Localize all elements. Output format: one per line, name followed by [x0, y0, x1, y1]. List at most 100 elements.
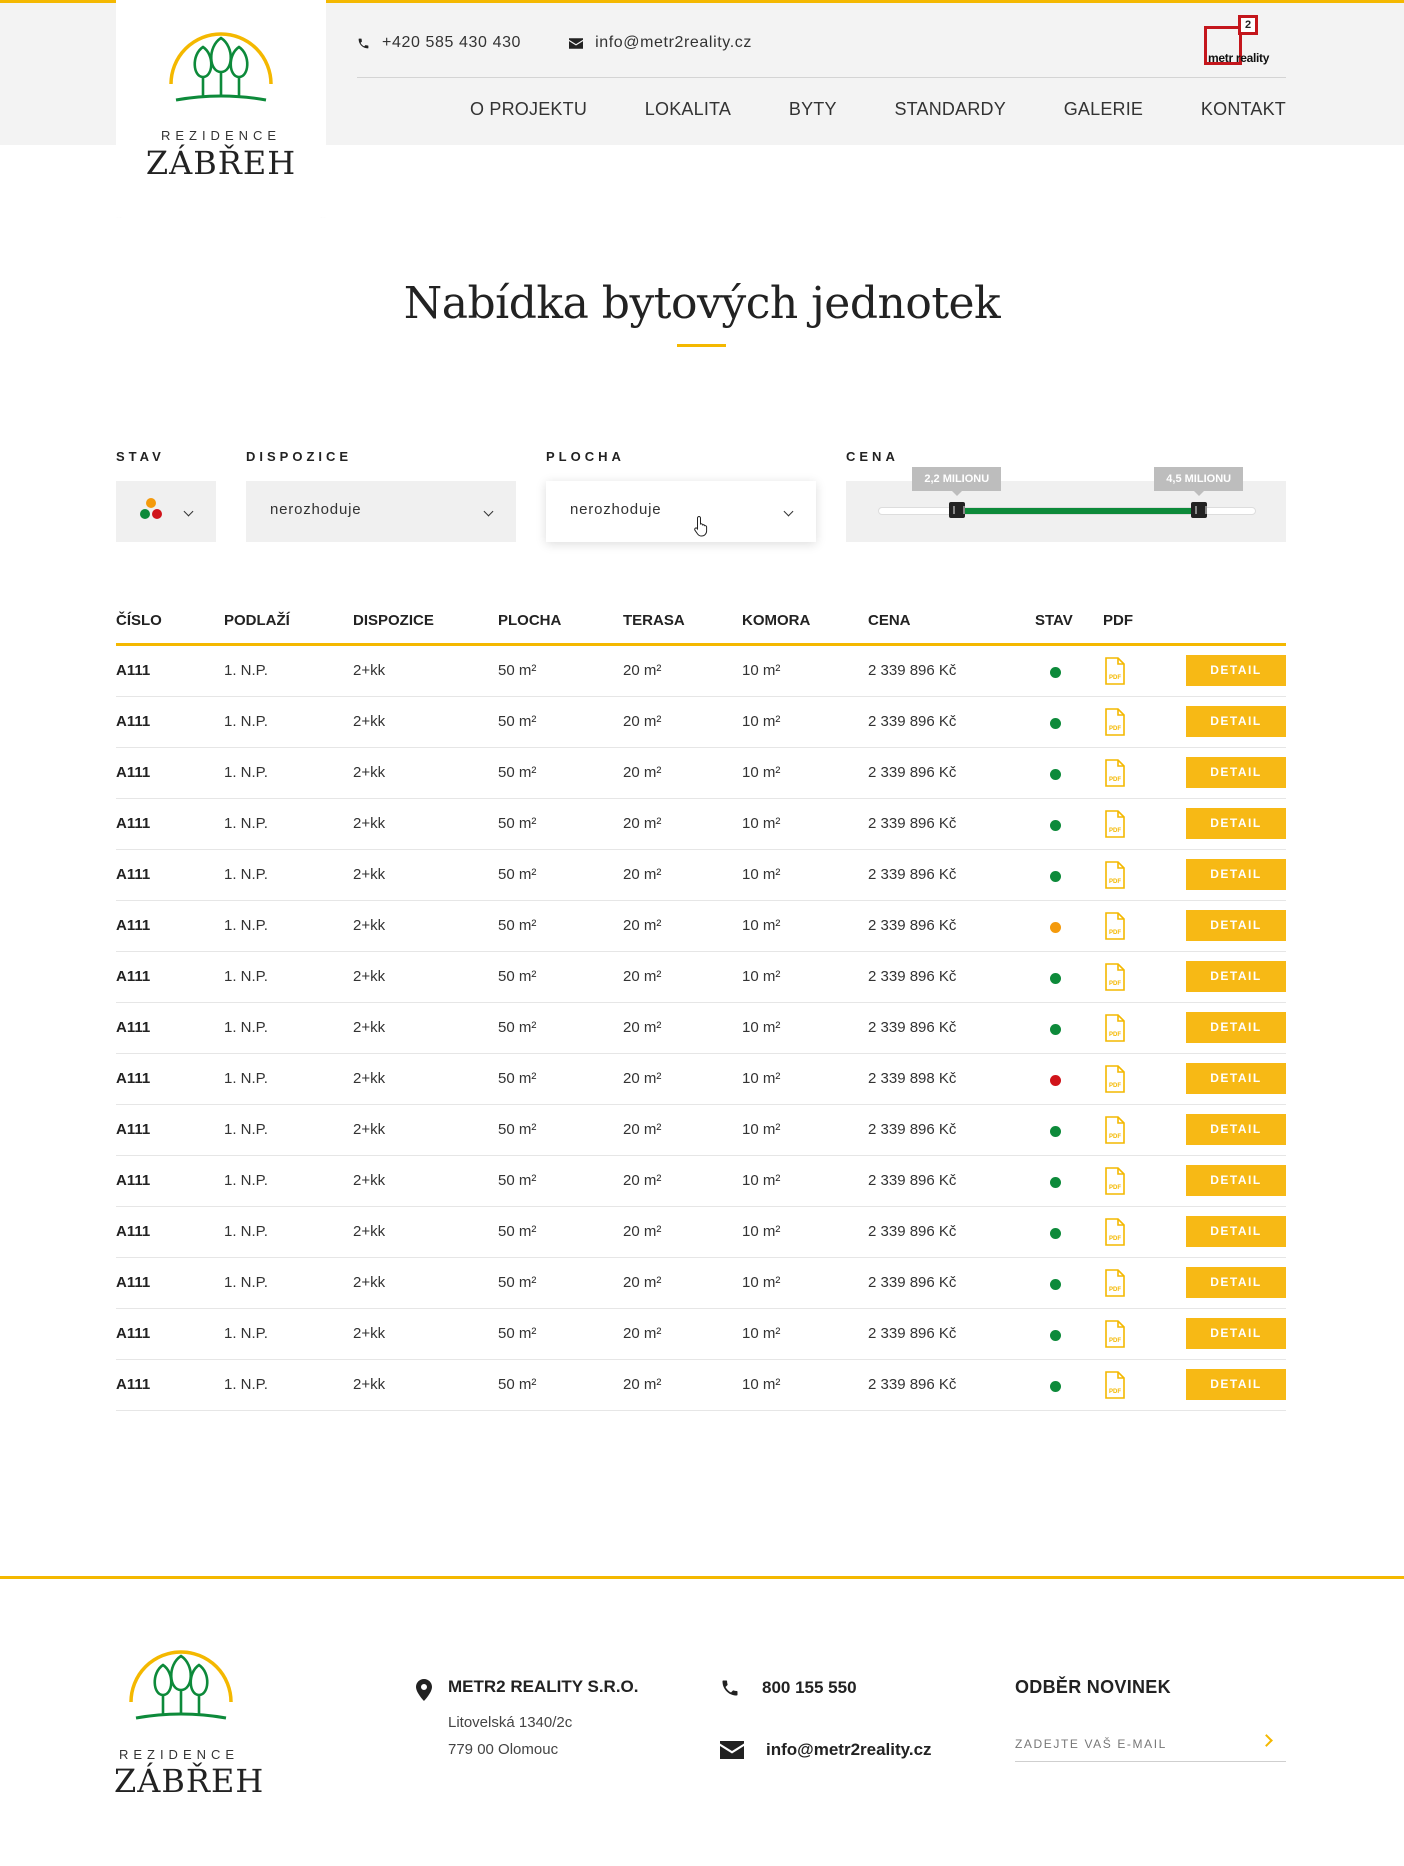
table-row: A111 1. N.P. 2+kk 50 m² 20 m² 10 m² 2 339 896 … [116, 901, 1286, 952]
cell-floor: 1. N.P. [224, 764, 268, 781]
dispozice-select[interactable]: nerozhoduje [246, 481, 516, 542]
svg-text:PDF: PDF [1109, 726, 1121, 732]
pdf-icon[interactable]: PDF [1104, 657, 1126, 685]
pdf-icon[interactable]: PDF [1104, 1371, 1126, 1399]
pdf-icon[interactable]: PDF [1104, 861, 1126, 889]
cell-price: 2 339 896 Kč [868, 1274, 957, 1291]
cell-layout: 2+kk [353, 815, 386, 832]
pdf-icon[interactable]: PDF [1104, 1116, 1126, 1144]
detail-button[interactable]: DETAIL [1186, 655, 1286, 686]
cell-price: 2 339 896 Kč [868, 1376, 957, 1393]
footer-logo[interactable]: REZIDENCE ZÁBŘEH [114, 1640, 263, 1800]
cell-area: 50 m² [498, 968, 537, 985]
cell-layout: 2+kk [353, 713, 386, 730]
pdf-icon[interactable]: PDF [1104, 912, 1126, 940]
detail-button[interactable]: DETAIL [1186, 910, 1286, 941]
cell-code: A111 [116, 662, 151, 679]
svg-text:PDF: PDF [1109, 930, 1121, 936]
metr2-reality-logo[interactable]: 2 metr reality [1202, 15, 1288, 71]
cell-code: A111 [116, 815, 151, 832]
cell-storage: 10 m² [742, 764, 781, 781]
chevron-down-icon [783, 506, 794, 517]
cell-floor: 1. N.P. [224, 866, 268, 883]
slider-handle-min[interactable] [949, 502, 966, 518]
svg-text:PDF: PDF [1109, 1032, 1121, 1038]
detail-button[interactable]: DETAIL [1186, 961, 1286, 992]
cell-area: 50 m² [498, 1121, 537, 1138]
cell-price: 2 339 896 Kč [868, 917, 957, 934]
status-dot [1050, 1126, 1061, 1137]
status-dot [1050, 973, 1061, 984]
detail-button[interactable]: DETAIL [1186, 808, 1286, 839]
pdf-icon[interactable]: PDF [1104, 963, 1126, 991]
header-phone[interactable]: +420 585 430 430 [357, 34, 521, 52]
cell-price: 2 339 896 Kč [868, 1019, 957, 1036]
pdf-icon[interactable]: PDF [1104, 1065, 1126, 1093]
status-dots-icon [140, 498, 170, 528]
cell-floor: 1. N.P. [224, 1070, 268, 1087]
cell-terrace: 20 m² [623, 1325, 662, 1342]
site-logo[interactable]: REZIDENCE ZÁBŘEH [116, 0, 326, 218]
cell-terrace: 20 m² [623, 662, 662, 679]
detail-button[interactable]: DETAIL [1186, 757, 1286, 788]
table-row: A111 1. N.P. 2+kk 50 m² 20 m² 10 m² 2 339 896 … [116, 1309, 1286, 1360]
detail-button[interactable]: DETAIL [1186, 1216, 1286, 1247]
price-range-slider[interactable]: 2,2 MILIONU 4,5 MILIONU [846, 467, 1286, 542]
footer-company: METR2 REALITY S.R.O. Litovelská 1340/2c … [416, 1677, 639, 1763]
detail-button[interactable]: DETAIL [1186, 1114, 1286, 1145]
detail-button[interactable]: DETAIL [1186, 1165, 1286, 1196]
pdf-icon[interactable]: PDF [1104, 810, 1126, 838]
nav-standardy[interactable]: STANDARDY [894, 99, 1005, 129]
cell-area: 50 m² [498, 1172, 537, 1189]
newsletter-email-input[interactable] [1015, 1726, 1286, 1762]
pdf-icon[interactable]: PDF [1104, 1167, 1126, 1195]
detail-button[interactable]: DETAIL [1186, 1012, 1286, 1043]
plocha-select[interactable]: nerozhoduje [546, 481, 816, 542]
cell-area: 50 m² [498, 764, 537, 781]
hand-cursor-icon [694, 515, 708, 537]
footer-phone[interactable]: 800 155 550 [720, 1678, 857, 1698]
header-email[interactable]: info@metr2reality.cz [569, 34, 752, 52]
footer-email[interactable]: info@metr2reality.cz [720, 1740, 932, 1760]
main-nav: O PROJEKTU LOKALITA BYTY STANDARDY GALER… [470, 99, 1286, 129]
cell-floor: 1. N.P. [224, 1172, 268, 1189]
col-header-cislo: ČÍSLO [116, 612, 162, 629]
col-header-dispozice: DISPOZICE [353, 612, 434, 629]
cell-area: 50 m² [498, 815, 537, 832]
status-filter-select[interactable] [116, 481, 216, 542]
cell-area: 50 m² [498, 662, 537, 679]
detail-button[interactable]: DETAIL [1186, 1267, 1286, 1298]
detail-button[interactable]: DETAIL [1186, 1369, 1286, 1400]
nav-byty[interactable]: BYTY [789, 99, 837, 129]
pdf-icon[interactable]: PDF [1104, 1320, 1126, 1348]
cell-price: 2 339 896 Kč [868, 866, 957, 883]
detail-button[interactable]: DETAIL [1186, 706, 1286, 737]
nav-lokalita[interactable]: LOKALITA [645, 99, 731, 129]
col-header-stav: STAV [1035, 612, 1073, 629]
pdf-icon[interactable]: PDF [1104, 1269, 1126, 1297]
pdf-icon[interactable]: PDF [1104, 1218, 1126, 1246]
cell-code: A111 [116, 1070, 151, 1087]
detail-button[interactable]: DETAIL [1186, 1318, 1286, 1349]
slider-range-fill [957, 508, 1200, 514]
cell-layout: 2+kk [353, 917, 386, 934]
cell-storage: 10 m² [742, 1325, 781, 1342]
status-dot [1050, 1177, 1061, 1188]
nav-kontakt[interactable]: KONTAKT [1201, 99, 1286, 129]
col-header-plocha: PLOCHA [498, 612, 562, 629]
slider-handle-max[interactable] [1191, 502, 1208, 518]
cell-terrace: 20 m² [623, 713, 662, 730]
nav-galerie[interactable]: GALERIE [1064, 99, 1143, 129]
envelope-icon [569, 37, 584, 49]
newsletter-title: ODBĚR NOVINEK [1015, 1677, 1171, 1697]
detail-button[interactable]: DETAIL [1186, 859, 1286, 890]
nav-o-projektu[interactable]: O PROJEKTU [470, 99, 587, 129]
pdf-icon[interactable]: PDF [1104, 708, 1126, 736]
pdf-icon[interactable]: PDF [1104, 759, 1126, 787]
cell-layout: 2+kk [353, 1274, 386, 1291]
slider-tooltip-min: 2,2 MILIONU [912, 467, 1002, 496]
footer-company-name: METR2 REALITY S.R.O. [448, 1677, 639, 1696]
detail-button[interactable]: DETAIL [1186, 1063, 1286, 1094]
cell-area: 50 m² [498, 1376, 537, 1393]
pdf-icon[interactable]: PDF [1104, 1014, 1126, 1042]
